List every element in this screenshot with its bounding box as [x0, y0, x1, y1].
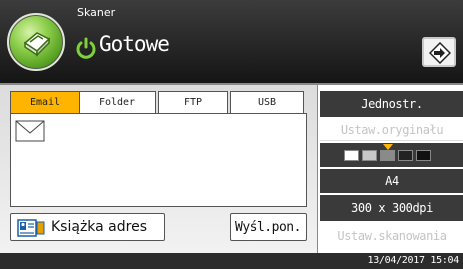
original-settings-button[interactable]: Ustaw.oryginału: [320, 119, 463, 141]
header-bar: Skaner Gotowe: [0, 0, 463, 83]
destination-list[interactable]: [10, 113, 307, 207]
address-book-icon: [17, 219, 45, 237]
density-cell: [344, 150, 359, 161]
tab-folder[interactable]: Folder: [78, 91, 156, 113]
simplex-button[interactable]: Jednostr.: [320, 91, 463, 117]
tab-ftp[interactable]: FTP: [158, 91, 228, 113]
density-cell: [416, 150, 431, 161]
status-footer: 13/04/2017 15:04: [0, 253, 463, 269]
login-arrow-icon: [429, 42, 451, 64]
login-button[interactable]: [422, 37, 456, 67]
address-book-button[interactable]: Książka adres: [10, 213, 165, 241]
envelope-icon: [15, 120, 45, 142]
power-ready-icon: [75, 37, 97, 59]
paper-size-button[interactable]: A4: [320, 169, 463, 193]
app-name: Skaner: [77, 6, 116, 19]
density-cell: [362, 150, 377, 161]
status-text: Gotowe: [99, 32, 170, 56]
scanner-screen: Skaner Gotowe Email Folder FTP USB Książ…: [0, 0, 463, 269]
density-cell: [380, 150, 395, 161]
scan-settings-panel: Jednostr. Ustaw.oryginału A4 300 x 300dp…: [317, 83, 463, 253]
send-later-label: Wyśl.pon.: [235, 220, 301, 235]
destination-panel: Email Folder FTP USB Książka adres Wyśl.…: [0, 83, 317, 253]
scanner-icon[interactable]: [7, 13, 65, 71]
density-cell: [398, 150, 413, 161]
tab-email[interactable]: Email: [10, 91, 80, 113]
density-selector[interactable]: [320, 143, 463, 167]
density-marker-icon: [383, 144, 393, 150]
send-later-button[interactable]: Wyśl.pon.: [230, 213, 307, 241]
tab-usb[interactable]: USB: [230, 91, 304, 113]
resolution-button[interactable]: 300 x 300dpi: [320, 195, 463, 221]
address-book-label: Książka adres: [51, 219, 148, 235]
scan-settings-button[interactable]: Ustaw.skanowania: [320, 223, 463, 249]
clock: 13/04/2017 15:04: [367, 255, 459, 266]
